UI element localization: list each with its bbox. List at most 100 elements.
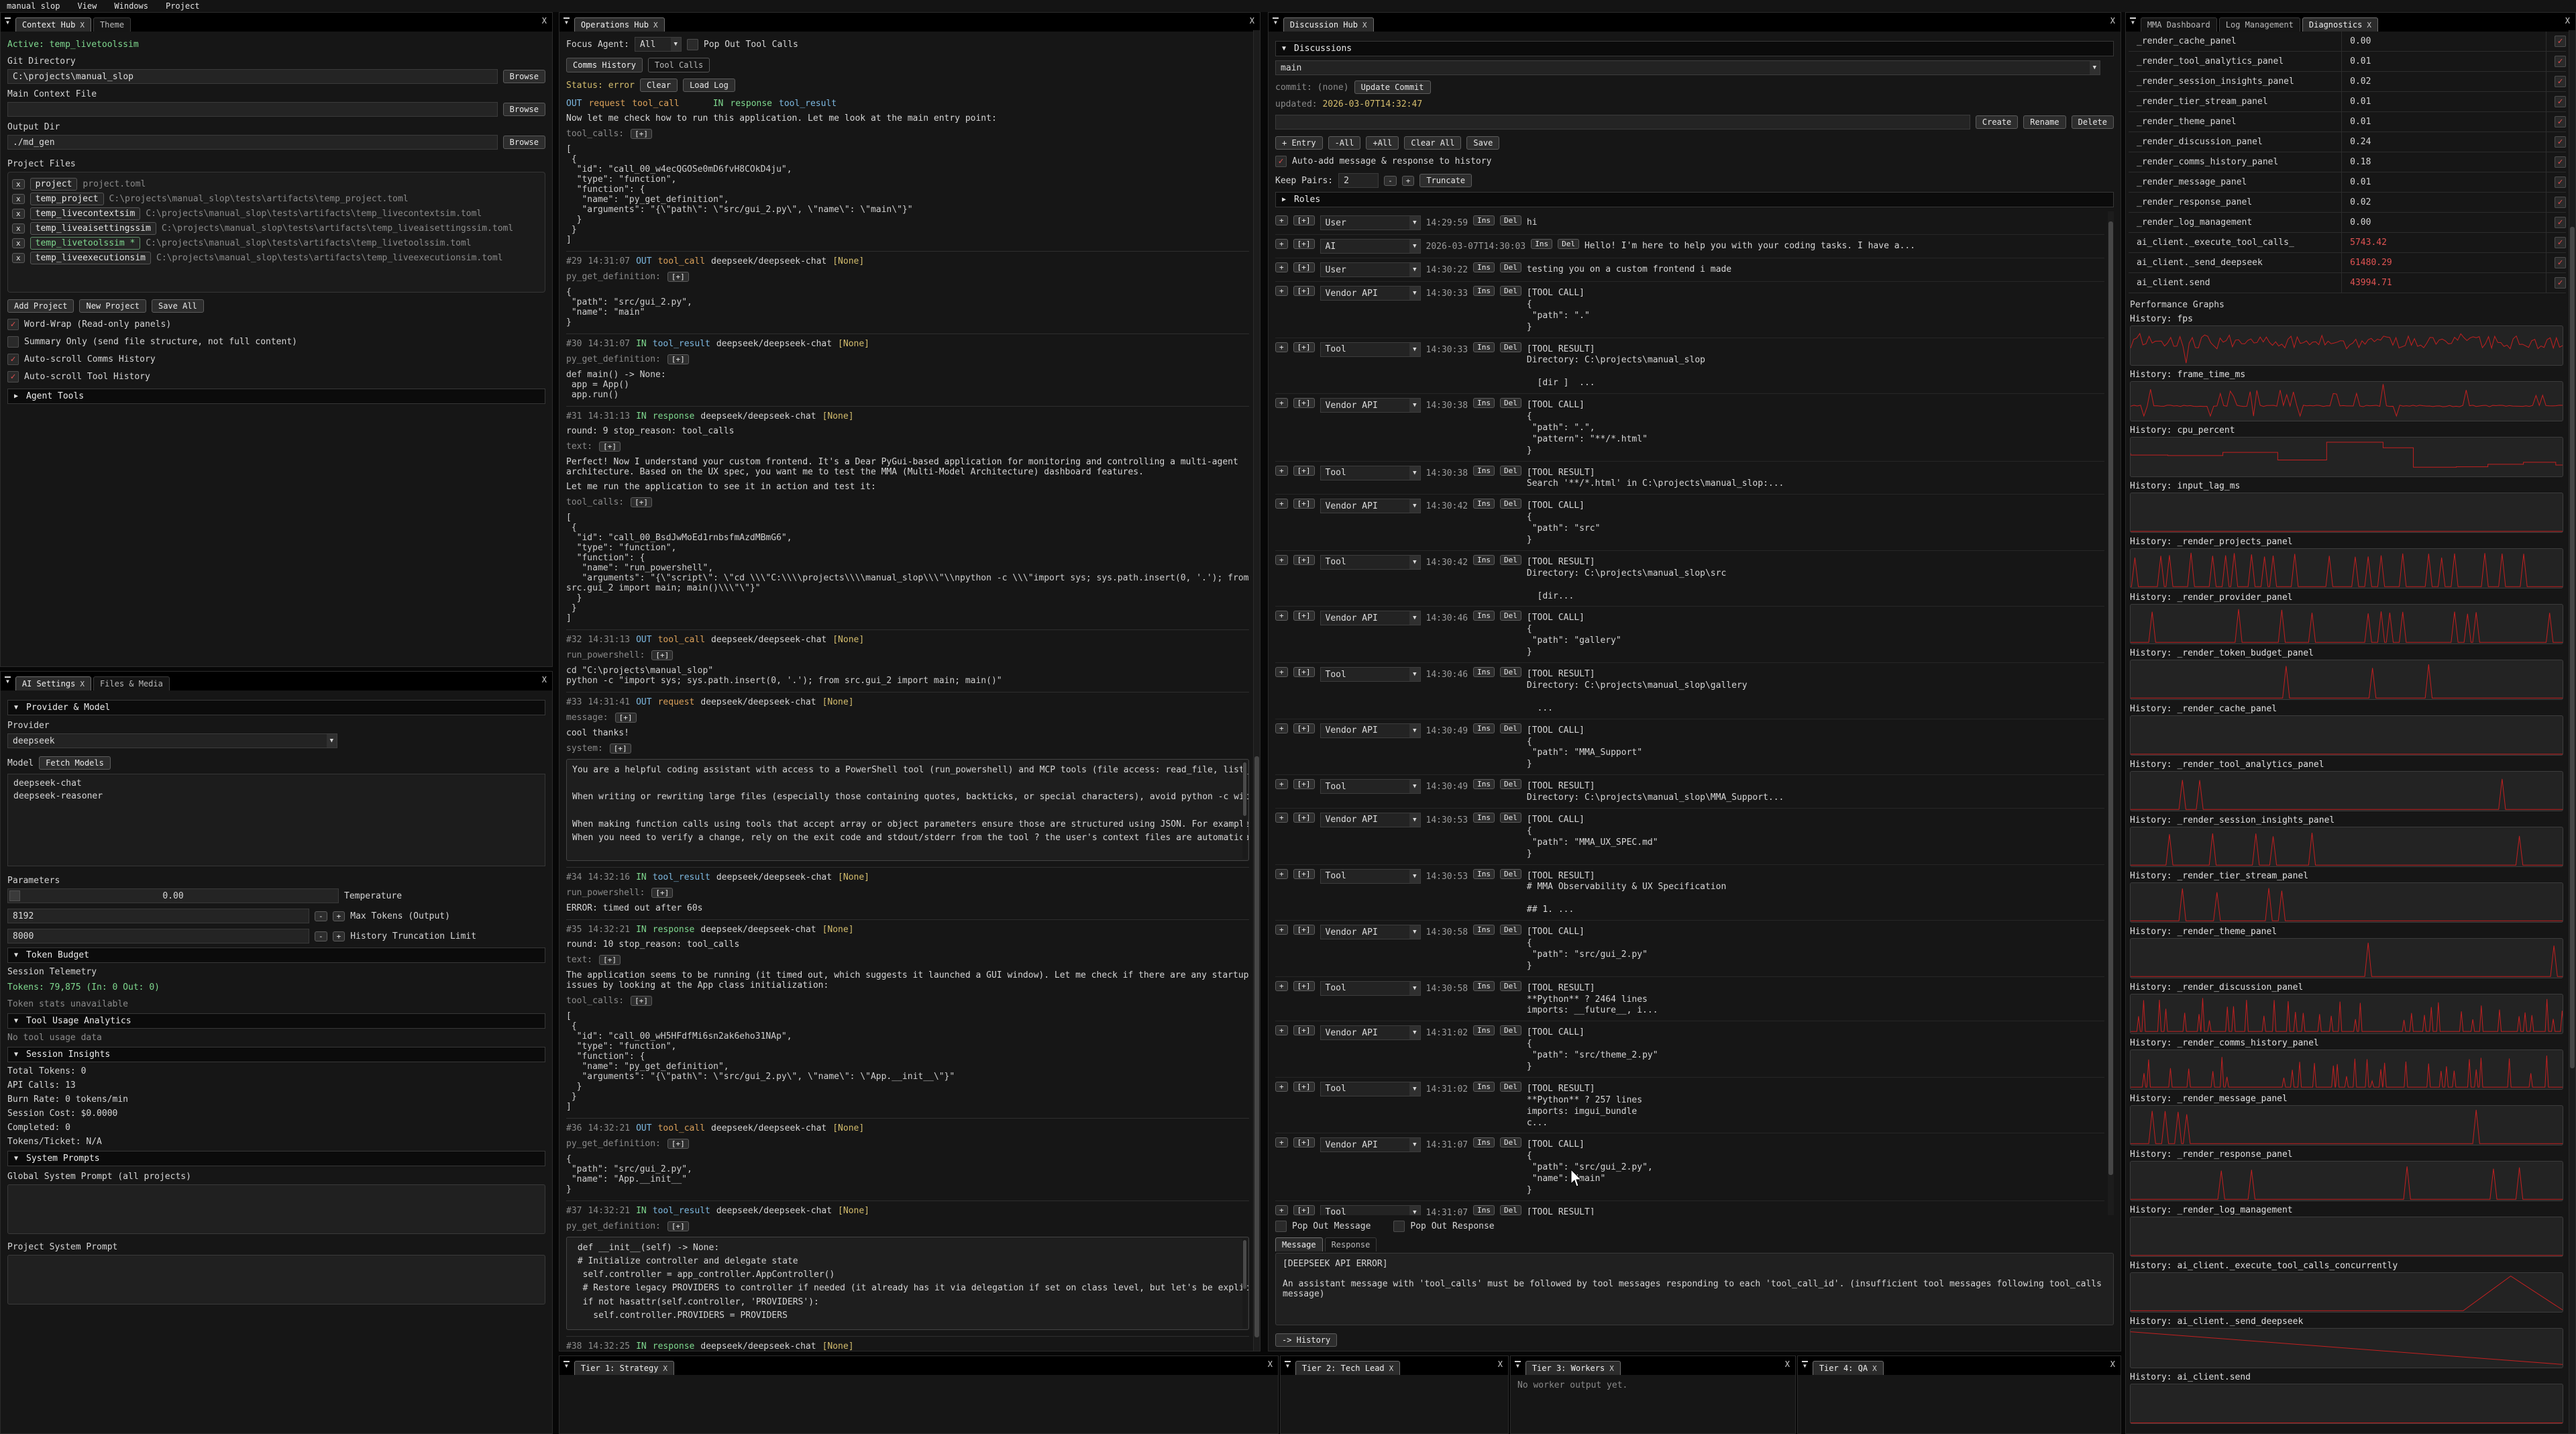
deepseek-dropdown[interactable]: deepseek▼ [7,733,337,748]
truncate-button[interactable]: Truncate [1419,174,1472,187]
browse-button[interactable]: Browse [503,103,545,116]
discussion-name-input[interactable] [1275,115,1970,130]
tab-filter-icon[interactable]: ▼ [1285,1361,1291,1369]
entry-add-button[interactable]: + [1275,667,1288,677]
entry-insert-button[interactable]: Ins [1531,239,1552,249]
close-icon[interactable]: X [1250,16,1254,25]
global-prompt-textarea[interactable] [7,1184,545,1234]
entry-expand-button[interactable]: [+] [1293,262,1315,272]
entry-role-dropdown[interactable]: Tool▼ [1320,1082,1421,1096]
item-button[interactable]: + [333,931,345,941]
entry-delete-button[interactable]: Del [1500,466,1521,476]
entry-add-button[interactable]: + [1275,239,1288,249]
close-icon[interactable]: X [2110,16,2115,25]
entry-delete-button[interactable]: Del [1500,869,1521,879]
message-textarea[interactable]: [DEEPSEEK API ERROR] An assistant messag… [1275,1253,2114,1325]
session-insights-header[interactable]: ▼Session Insights [7,1047,545,1062]
tab-filter-icon[interactable]: ▼ [1273,17,1279,25]
entry-add-button[interactable]: + [1275,1025,1288,1035]
entry-add-button[interactable]: + [1275,1205,1288,1215]
project-file-chip[interactable]: temp_livecontextsim [30,207,141,220]
entry-expand-button[interactable]: [+] [1293,667,1315,677]
all-dropdown[interactable]: All▼ [635,37,682,52]
entry-role-dropdown[interactable]: Vendor API▼ [1320,925,1421,939]
remove-file-button[interactable]: x [12,238,25,248]
entry-role-dropdown[interactable]: Tool▼ [1320,342,1421,357]
entry-insert-button[interactable]: Ins [1473,262,1495,272]
checkbox[interactable]: ✓ [2555,116,2566,127]
item-button[interactable]: [+] [651,888,673,898]
entry-delete-button[interactable]: Del [1500,286,1521,296]
entry-expand-button[interactable]: [+] [1293,981,1315,991]
entry-role-dropdown[interactable]: Tool▼ [1320,555,1421,570]
output-dir-input[interactable]: ./md_gen [7,135,498,150]
keep-pairs-input[interactable]: 2 [1338,173,1379,188]
item-button[interactable]: [+] [667,1221,689,1231]
checkbox[interactable] [1393,1221,1405,1232]
ops-scrollbar[interactable] [1253,30,1260,1351]
entry-role-dropdown[interactable]: User▼ [1320,215,1421,230]
entry-expand-button[interactable]: [+] [1293,342,1315,352]
entry-insert-button[interactable]: Ins [1473,779,1495,789]
project-file-chip[interactable]: temp_liveaisettingssim [30,222,156,235]
entry-add-button[interactable]: + [1275,779,1288,789]
subtab-tool-calls[interactable]: Tool Calls [648,58,710,72]
entry-expand-button[interactable]: [+] [1293,466,1315,476]
checkbox[interactable]: ✓ [2555,277,2566,289]
browse-button[interactable]: Browse [503,70,545,83]
entry-insert-button[interactable]: Ins [1473,342,1495,352]
project-file-chip[interactable]: temp_project [30,193,104,205]
create-button[interactable]: Create [1976,115,2018,129]
item-button[interactable]: - [315,911,327,921]
item-button[interactable]: [+] [651,650,673,660]
checkbox[interactable] [7,336,19,348]
remove-file-button[interactable]: x [12,179,25,189]
checkbox[interactable]: ✓ [7,319,19,330]
tab-tier-3-workers[interactable]: Tier 3: WorkersX [1525,1361,1621,1375]
entry-role-dropdown[interactable]: Vendor API▼ [1320,499,1421,513]
entry-role-dropdown[interactable]: Tool▼ [1320,667,1421,682]
tab-close-icon[interactable]: X [1362,21,1367,30]
tab-close-icon[interactable]: X [1389,1364,1394,1373]
item-button[interactable]: [+] [631,497,652,507]
tab-close-icon[interactable]: X [663,1364,667,1373]
checkbox[interactable]: ✓ [2555,257,2566,268]
checkbox[interactable]: ✓ [7,354,19,365]
entry-add-button[interactable]: + [1275,499,1288,509]
entry-expand-button[interactable]: [+] [1293,723,1315,733]
remove-file-button[interactable]: x [12,209,25,219]
tab-context-hub[interactable]: Context HubX [15,17,91,32]
entry-role-dropdown[interactable]: Tool▼ [1320,981,1421,996]
entry-expand-button[interactable]: [+] [1293,239,1315,249]
tab-close-icon[interactable]: X [653,21,658,30]
item-button[interactable]: - [315,931,327,941]
entry-delete-button[interactable]: Del [1500,555,1521,565]
tab-filter-icon[interactable]: ▼ [2130,17,2136,25]
entry-role-dropdown[interactable]: Vendor API▼ [1320,723,1421,738]
entry-role-dropdown[interactable]: User▼ [1320,262,1421,277]
entry-role-dropdown[interactable]: AI▼ [1320,239,1421,254]
entry-role-dropdown[interactable]: Vendor API▼ [1320,611,1421,625]
entry-role-dropdown[interactable]: Tool▼ [1320,466,1421,480]
entry-insert-button[interactable]: Ins [1473,925,1495,935]
tab-filter-icon[interactable]: ▼ [564,17,570,25]
remove-file-button[interactable]: x [12,194,25,204]
tab-theme[interactable]: Theme [93,17,131,32]
entry-add-button[interactable]: + [1275,1082,1288,1092]
entry-add-button[interactable]: + [1275,611,1288,621]
save-button[interactable]: Save [1466,136,1499,150]
entry-add-button[interactable]: + [1275,869,1288,879]
entry-add-button[interactable]: + [1275,398,1288,408]
item-button[interactable]: [+] [631,129,652,139]
checkbox[interactable] [687,39,698,50]
checkbox[interactable]: ✓ [2555,56,2566,67]
entry-delete-button[interactable]: Del [1500,813,1521,823]
entry-add-button[interactable]: + [1275,286,1288,296]
entry-expand-button[interactable]: [+] [1293,499,1315,509]
entry-delete-button[interactable]: Del [1500,925,1521,935]
subtab-comms-history[interactable]: Comms History [566,58,643,72]
menu-item-windows[interactable]: Windows [114,1,148,11]
checkbox[interactable]: ✓ [2555,176,2566,188]
checkbox[interactable]: ✓ [1275,156,1287,167]
entry-expand-button[interactable]: [+] [1293,398,1315,408]
